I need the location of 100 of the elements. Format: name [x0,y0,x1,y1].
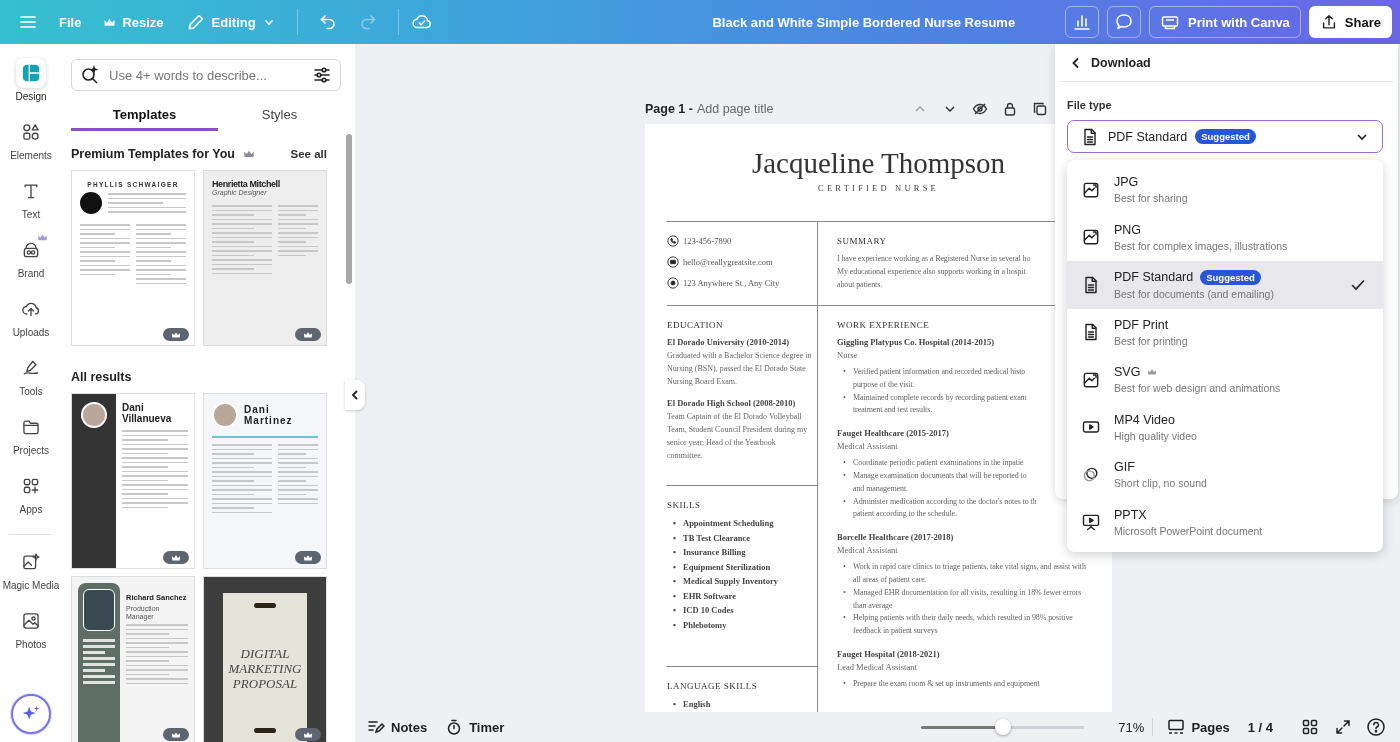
insights-button[interactable] [1065,6,1099,38]
mail-icon [667,256,679,268]
image-icon [21,611,41,631]
help-button[interactable] [1364,715,1388,739]
section-title: All results [71,370,132,384]
photo-placeholder [212,402,238,428]
print-button[interactable]: Print with Canva [1149,6,1301,38]
option-description: Best for documents (and emailing) [1114,287,1275,300]
resume-name: Jacqueline Thompson [750,146,1007,180]
filter-icon[interactable] [312,65,332,85]
file-type-option[interactable]: JPG Best for sharing [1067,166,1383,214]
file-type-option[interactable]: PNG Best for complex images, illustrations [1067,213,1383,261]
option-description: Best for complex images, illustrations [1114,239,1289,252]
crown-icon [171,730,181,739]
template-thumbnail[interactable]: DIGITAL MARKETING PROPOSAL [203,576,327,742]
section-title: Premium Templates for You [71,147,235,161]
contact-text: hello@reallygreatsite.com [683,257,773,267]
crown-icon [171,553,181,562]
job-role: Nurse [837,349,859,362]
notes-button[interactable]: Notes [367,718,428,736]
back-button[interactable]: Download [1069,55,1151,70]
panel-tab[interactable]: Templates [71,101,218,131]
template-name: Dani Villanueva [122,402,173,424]
share-button[interactable]: Share [1308,6,1392,38]
timer-button[interactable]: Timer [445,718,505,736]
label-bar [254,603,276,608]
magic-assistant-button[interactable] [11,694,51,734]
layout-icon [21,63,41,83]
option-description: Best for sharing [1114,192,1189,205]
rail-item[interactable]: Elements [0,117,62,176]
file-type-option[interactable]: SVG Best for web design and animations [1067,356,1383,404]
option-description: Best for printing [1114,334,1189,347]
rail-item[interactable]: Brand [0,235,62,294]
speech-bubble-icon [1114,12,1134,32]
file-type-option[interactable]: PPTX Microsoft PowerPoint document [1067,498,1383,546]
label-bar [254,728,276,733]
collapse-panel-button[interactable] [345,380,365,410]
rail-item[interactable]: Apps [0,471,62,530]
option-name: PPTX [1114,507,1147,522]
field-label: File type [1067,99,1113,111]
template-thumbnail[interactable]: Dani Villanueva [71,393,195,569]
option-name: PDF Print [1114,317,1169,332]
job-title: Borcelle Healthcare (2017-2018) [837,531,955,545]
document-title[interactable]: Black and White Simple Bordered Nurse Resume [432,14,1065,30]
rail-item[interactable]: Text [0,176,62,235]
template-name: Henrietta Mitchell [212,179,281,189]
rail-item[interactable]: Projects [0,412,62,471]
job-duty: • Work in rapid care clinics to triage patients, take vital signs, and assist with all areas of patient care. [843,561,1087,586]
option-name: GIF [1114,460,1135,475]
zoom-percentage-button[interactable]: 71% [1118,719,1145,735]
search-field[interactable]: Use 4+ words to describe... [71,59,341,91]
file-type-dropdown[interactable]: PDF Standard Suggested [1067,120,1383,153]
option-description: Microsoft PowerPoint document [1114,524,1264,537]
job-title: Giggling Platypus Co. Hospital (2014-2015) [837,336,996,349]
job-duty: • Administer medication according to the doctor's notes to th patient according to the schedule. [843,495,1037,521]
school-description: Team Captain of the El Dorado Volleyball Team, Student Council President during my senior year, Head of the Yearbook committee. [667,411,809,462]
section-heading: SUMMARY [837,236,888,246]
school-title: El Dorado High School (2008-2010) [667,397,797,410]
skill-item: • Equipment Sterilization [673,560,772,574]
location-pin-icon [667,277,679,289]
template-name: DIGITAL MARKETING PROPOSAL [228,645,302,691]
apps-grid-icon [21,476,41,496]
crown-icon [303,730,313,739]
pages-button[interactable]: Pages [1167,718,1230,736]
file-type-option[interactable]: GIF Short clip, no sound [1067,451,1383,499]
option-description: Short clip, no sound [1114,477,1208,490]
phone-icon [667,235,679,247]
file-type-option[interactable]: PDF Print Best for printing [1067,308,1383,356]
bar-chart-icon [1072,12,1092,32]
image-sparkle-icon [21,552,41,572]
panel-tab[interactable]: Styles [218,101,341,131]
file-type-option[interactable]: PDF Standard Suggested Best for documents (and emailing) [1067,261,1383,309]
suggested-badge: Suggested [1200,269,1261,285]
rail-item[interactable]: Magic Media [0,547,62,606]
job-role: Medical Assistant [837,440,899,454]
option-description: Best for web design and animations [1114,382,1282,395]
crown-icon [171,330,181,339]
page-title-field[interactable]: Add page title [696,102,837,116]
zoom-slider-thumb[interactable] [994,719,1011,735]
grid-icon [1301,718,1319,736]
language-item: • English [673,698,712,711]
rail-item[interactable]: Uploads [0,294,62,353]
contact-text: 123-456-7890 [683,236,732,246]
eye-slash-icon [972,101,988,117]
comments-button[interactable] [1107,6,1141,38]
photo-placeholder [83,589,115,631]
copy-icon [1032,101,1048,117]
pages-icon [1167,718,1186,736]
rail-item[interactable]: Photos [0,606,62,665]
rail-item[interactable]: Tools [0,353,62,412]
see-all-link[interactable]: See all [290,148,341,160]
rail-item[interactable]: Design [0,58,62,117]
file-type-option[interactable]: MP4 Video High quality video [1067,403,1383,451]
option-name: SVG [1114,365,1141,380]
help-icon [1366,717,1386,737]
undo-icon [317,12,338,32]
search-icon [80,65,100,85]
crown-icon [303,330,313,339]
template-thumbnail[interactable]: Dani Martinez [203,393,327,569]
skill-item: • EHR Software [673,589,737,603]
